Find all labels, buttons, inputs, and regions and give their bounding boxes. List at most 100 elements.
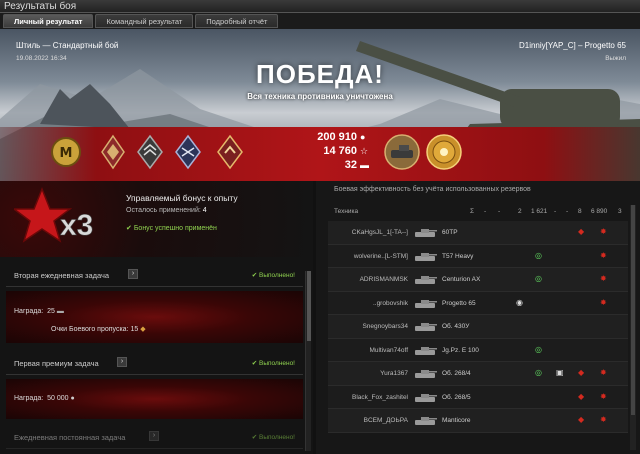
battle-result-subtitle: Вся техника противника уничтожена: [247, 92, 393, 101]
rank-badge-4-icon[interactable]: [216, 134, 244, 170]
player-name: Multivan74off: [369, 346, 408, 354]
player-name: CKaHgsJL_1[-TA--]: [351, 229, 408, 236]
col-tech: Техника: [334, 208, 359, 215]
battle-result-title: ПОБЕДА!: [256, 59, 384, 89]
efficiency-table-header: Техника Σ - - 2 1 621 - - 8 6 890 3: [328, 205, 628, 219]
hit-icon: ◆: [578, 415, 585, 424]
tab-team-result[interactable]: Командный результат: [95, 14, 194, 28]
battle-pass-line: Очки Боевого пропуска: 15 ◆: [51, 326, 146, 333]
blocked-icon: ▣: [556, 368, 564, 377]
col-received: -: [566, 208, 569, 215]
premium-task-1: Первая премиум задача › ✔ Выполнено!: [6, 351, 303, 375]
kill-icon: ✸: [600, 297, 607, 307]
bonds-icon: ▬: [56, 308, 64, 315]
task-status: ✔ Выполнено!: [251, 434, 295, 441]
assist-icon: ◎: [535, 274, 542, 283]
col-damage: 6 890: [591, 208, 608, 215]
tank-name: Об. 268/4: [442, 370, 471, 377]
rank-badge-3-icon[interactable]: [174, 134, 202, 170]
tank-name: T57 Heavy: [442, 252, 474, 260]
task-status: ✔ Выполнено!: [251, 360, 295, 367]
col-hits: 8: [578, 208, 582, 215]
check-icon: ✔: [126, 225, 132, 232]
battle-pass-icon: ◆: [140, 326, 146, 333]
player-vehicle: D1inniy[YAP_C] – Progetto 65: [518, 41, 626, 50]
table-row[interactable]: Yura1367 Об. 268/4 ◎ ▣ ◆ ✸: [328, 362, 628, 386]
kill-icon: ✸: [600, 415, 607, 424]
rank-badge-2-icon[interactable]: [136, 134, 164, 170]
efficiency-rows: CKaHgsJL_1[-TA--] 60TP ◆ ✸ wolverine..[L…: [328, 221, 628, 433]
tank-name: Manticore: [442, 417, 471, 424]
scrollbar-thumb[interactable]: [631, 205, 635, 415]
bonus-applied-status: ✔ Бонус успешно применён: [126, 225, 217, 232]
task-name: Первая премиум задача: [14, 359, 99, 368]
efficiency-scrollbar[interactable]: [630, 205, 636, 450]
tank-icon: [415, 393, 437, 402]
kill-icon: ✸: [600, 227, 607, 236]
tank-icon: [415, 417, 437, 425]
svg-text:x3: x3: [60, 209, 93, 242]
tank-name: Об. 268/5: [442, 393, 471, 401]
table-row[interactable]: Black_Fox_zashitel Об. 268/5 ◆ ✸: [328, 385, 628, 409]
player-name: wolverine..[L-STM]: [353, 252, 408, 260]
rank-badge-1-icon[interactable]: [100, 134, 126, 170]
assist-icon: ◎: [535, 368, 542, 377]
tank-medal-icon[interactable]: [382, 132, 422, 172]
col-crit: -: [498, 208, 501, 215]
tank-name: Centurion AX: [442, 276, 481, 283]
tank-name: Progetto 65: [442, 299, 476, 307]
col-kills: 3: [618, 208, 622, 215]
chevron-right-icon[interactable]: ›: [149, 431, 159, 441]
tank-icon: [415, 323, 437, 331]
daily-permanent-task: Ежедневная постоянная задача › ✔ Выполне…: [6, 425, 303, 449]
player-name: ..grobovshik: [372, 299, 408, 307]
daily-task-2: Вторая ежедневная задача › ✔ Выполнено!: [6, 263, 303, 287]
table-row[interactable]: ADRISMANMSK Centurion AX ◎ ✸: [328, 268, 628, 292]
tank-icon: [415, 252, 437, 261]
tank-icon: [415, 299, 437, 308]
bonus-star-icon: x3: [14, 186, 94, 243]
tab-detailed-report[interactable]: Подробный отчёт: [195, 14, 279, 28]
chevron-right-icon[interactable]: ›: [117, 357, 127, 367]
bonds-icon: ▬: [360, 160, 369, 170]
task-reward-block: Награда: 50 000 ●: [6, 379, 303, 419]
player-name: Snegnoybars34: [362, 323, 408, 330]
bonus-title: Управляемый бонус к опыту: [126, 193, 238, 203]
tank-name: Об. 430У: [442, 323, 470, 330]
personal-bonus-panel: x3 Управляемый бонус к опыту Осталось пр…: [0, 181, 313, 454]
tank-icon: [415, 229, 437, 237]
table-row[interactable]: Snegnoybars34 Об. 430У: [328, 315, 628, 339]
mastery-badge-icon[interactable]: M: [48, 134, 84, 170]
tank-name: 60TP: [442, 229, 458, 236]
player-name: Black_Fox_zashitel: [352, 393, 408, 401]
col-spot: -: [484, 208, 487, 215]
xp-value: 14 760: [323, 145, 357, 157]
bonus-remaining: Осталось применений: 4: [126, 207, 207, 214]
table-row[interactable]: CKaHgsJL_1[-TA--] 60TP ◆ ✸: [328, 221, 628, 245]
star-icon: ☆: [360, 146, 369, 156]
xp-bonus-block: x3 Управляемый бонус к опыту Осталось пр…: [0, 181, 313, 257]
task-reward-block: Награда: 25 ▬ Очки Боевого пропуска: 15 …: [6, 291, 303, 343]
assist-icon: ◎: [535, 344, 542, 354]
efficiency-panel: Боевая эффективность без учёта использов…: [316, 181, 640, 454]
player-name: BCEM_ДОЬРА: [363, 417, 408, 424]
col-assist-damage: 1 621: [531, 208, 548, 215]
gold-medal-icon[interactable]: [424, 132, 464, 172]
assist-icon: ◎: [535, 250, 542, 260]
battle-earnings: 200 910 ● 14 760 ☆ 32 ▬: [280, 130, 370, 172]
tank-icon: [415, 346, 437, 355]
svg-text:M: M: [60, 146, 73, 161]
table-row[interactable]: ..grobovshik Progetto 65 ◉ ✸: [328, 291, 628, 315]
table-row[interactable]: wolverine..[L-STM] T57 Heavy ◎ ✸: [328, 244, 628, 268]
tab-personal-result[interactable]: Личный результат: [3, 14, 94, 28]
reward-line: Награда: 25 ▬: [14, 308, 64, 315]
credits-icon: ●: [360, 132, 366, 142]
tank-name: Jg.Pz. E 100: [442, 346, 479, 354]
scrollbar-thumb[interactable]: [307, 271, 311, 341]
table-row[interactable]: BCEM_ДОЬРА Manticore ◆ ✸: [328, 409, 628, 433]
table-row[interactable]: Multivan74off Jg.Pz. E 100 ◎: [328, 338, 628, 362]
tank-icon: [415, 276, 437, 284]
reward-line: Награда: 50 000 ●: [14, 395, 75, 402]
chevron-right-icon[interactable]: ›: [128, 269, 138, 279]
tasks-scrollbar[interactable]: [305, 271, 311, 451]
